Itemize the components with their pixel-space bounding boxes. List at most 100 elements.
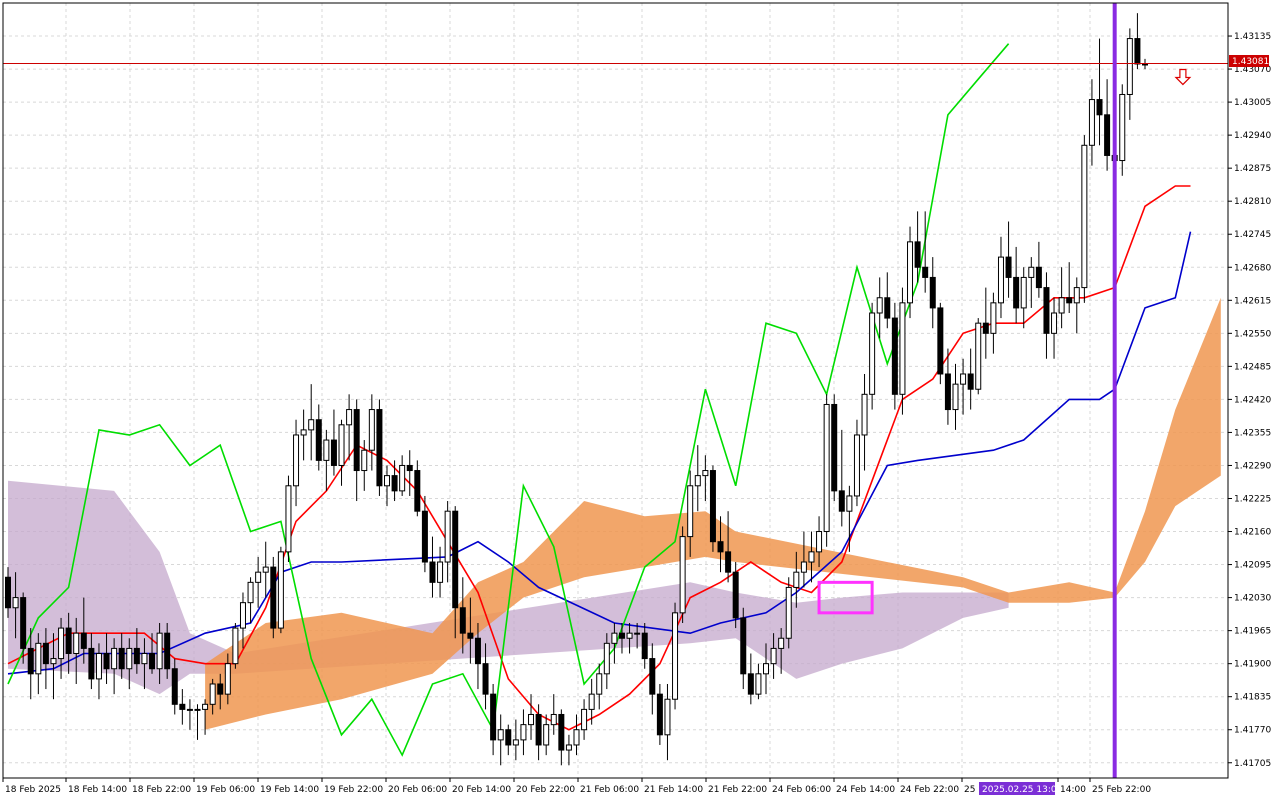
candle-body-bull [111,647,118,670]
candle-body-bear [118,647,125,670]
candle-body-bear [1005,256,1012,278]
candle-body-bear [1134,38,1141,65]
candle-body-bull [308,419,315,431]
candle-body-bull [58,627,65,660]
candle-body-bull [634,632,641,635]
y-tick-label: 1.42680 [1234,263,1271,273]
candle[interactable] [709,465,716,552]
candle[interactable] [270,556,277,639]
current-price-label: 1.43081 [1232,57,1269,67]
candle[interactable] [376,399,383,496]
candle-body-bull [239,602,246,629]
candle-body-bear [982,322,989,334]
candle-body-bear [891,317,898,395]
candle[interactable] [823,394,830,547]
candle-body-bull [277,551,284,629]
candle-body-bull [512,739,519,746]
candle-body-bull [1020,276,1027,309]
candle-body-bear [406,464,413,472]
candle[interactable] [285,475,292,563]
candle[interactable] [785,577,792,649]
candle-body-bull [573,729,580,746]
candle-body-bull [975,322,982,390]
candle-body-bear [330,439,337,466]
candle-body-bull [1028,266,1035,278]
candle-body-bull [1081,144,1088,289]
y-tick-label: 1.41705 [1234,759,1271,769]
candle-body-bear [641,632,648,660]
candle-body-bear [315,419,322,461]
candle-body-bull [1119,93,1126,162]
candle-body-bear [103,652,110,670]
candle-body-bear [558,713,565,751]
candle-body-bear [42,642,49,665]
candle-body-bull [664,698,671,736]
candle-body-bull [35,642,42,675]
candle-body-bull [368,409,375,451]
candle-body-bull [755,673,762,695]
candle-body-bear [65,627,72,654]
candle-body-bear [164,632,171,670]
candle-body-bull [793,571,800,588]
x-tick-label: 18 Feb 14:00 [68,785,127,795]
candle[interactable] [232,623,239,669]
candle-body-bull [861,393,868,436]
candle-body-bull [323,439,330,461]
candle-body-bull [156,632,163,670]
candle-body-bull [194,708,201,711]
candle-body-bull [1126,38,1133,95]
candle-body-bear [452,510,459,609]
x-tick-label: 20 Feb 14:00 [452,785,511,795]
candle-body-bull [186,708,193,711]
candle-body-bear [5,576,11,609]
candle-body-bull [770,647,777,665]
candle[interactable] [975,318,982,395]
chart-svg[interactable]: 1.431351.430701.430051.429401.428751.428… [0,0,1280,800]
candle[interactable] [869,302,876,410]
candle[interactable] [277,546,284,634]
candle[interactable] [831,394,838,502]
candle-body-bear [922,266,929,278]
y-tick-label: 1.42355 [1234,428,1271,438]
candle[interactable] [891,302,898,410]
candle-body-bear [133,647,140,665]
candle[interactable] [672,602,679,710]
candle-body-bear [80,632,87,649]
candle-body-bull [12,597,19,609]
candle-body-bull [778,637,785,649]
candle-body-bull [816,531,823,553]
candle-body-bear [709,470,716,543]
candle-body-bull [1051,312,1058,334]
candle-body-bear [1013,276,1020,309]
candle-body-bull [338,424,345,466]
candle-body-bear [747,673,754,695]
candle-body-bull [224,663,231,695]
candle-body-bull [444,510,451,563]
candle-body-bull [293,434,300,487]
candle-body-bear [474,637,481,665]
y-tick-label: 1.42030 [1234,594,1271,604]
candle[interactable] [1081,135,1088,303]
candle-body-bear [618,632,625,639]
x-tick-label: 19 Feb 14:00 [260,785,319,795]
candle-body-bull [603,642,610,675]
candle-body-bear [884,297,891,319]
candle-body-bear [1035,266,1042,289]
x-tick-label: 18 Feb 2025 [5,785,61,795]
candle-body-bear [459,607,466,634]
chart-root[interactable]: 1.43135 1.43070 1.43005 1.42940 1.42875 1.428… [0,0,1280,800]
candle[interactable] [679,526,686,623]
x-tick-label: 19 Feb 22:00 [324,785,383,795]
y-tick-label: 1.42095 [1234,561,1271,571]
candle-body-bull [763,663,769,675]
x-tick-label: 14:00 [1060,785,1086,795]
y-tick-label: 1.42225 [1234,494,1271,504]
candle-body-bear [505,729,512,746]
candle[interactable] [732,562,739,629]
candle[interactable] [937,302,944,385]
candle-body-bear [20,597,27,649]
candle-body-bull [497,729,504,741]
candle-body-bull [907,241,914,304]
x-tick-label: 21 Feb 14:00 [644,785,703,795]
candle-body-bull [126,647,133,670]
